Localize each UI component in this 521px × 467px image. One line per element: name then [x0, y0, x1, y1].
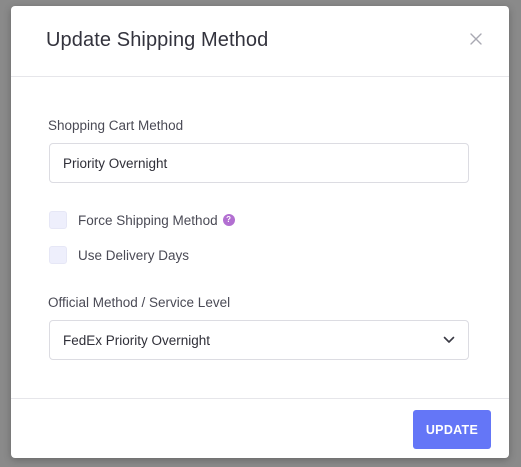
force-shipping-method-row: Force Shipping Method ? — [49, 210, 235, 230]
official-method-select[interactable]: FedEx Priority Overnight — [49, 320, 469, 360]
shopping-cart-method-input[interactable] — [49, 143, 469, 183]
close-icon — [470, 33, 482, 45]
update-button[interactable]: UPDATE — [413, 410, 491, 449]
shopping-cart-method-label: Shopping Cart Method — [48, 118, 184, 133]
modal-title: Update Shipping Method — [46, 29, 269, 51]
chevron-down-icon — [443, 336, 455, 343]
update-shipping-method-dialog: Update Shipping Method Shopping Cart Met… — [11, 6, 509, 458]
force-shipping-method-label: Force Shipping Method — [78, 212, 218, 228]
official-method-selected-value: FedEx Priority Overnight — [63, 332, 211, 348]
help-icon[interactable]: ? — [222, 214, 235, 226]
official-method-label: Official Method / Service Level — [48, 295, 231, 310]
close-button[interactable] — [469, 32, 483, 46]
use-delivery-days-checkbox[interactable] — [49, 246, 67, 264]
modal-body: Shopping Cart Method Force Shipping Meth… — [11, 78, 509, 398]
modal-header: Update Shipping Method — [11, 6, 509, 77]
use-delivery-days-label: Use Delivery Days — [78, 247, 190, 263]
use-delivery-days-row: Use Delivery Days — [49, 245, 189, 265]
modal-footer: UPDATE — [11, 398, 509, 458]
force-shipping-method-checkbox[interactable] — [49, 211, 67, 229]
